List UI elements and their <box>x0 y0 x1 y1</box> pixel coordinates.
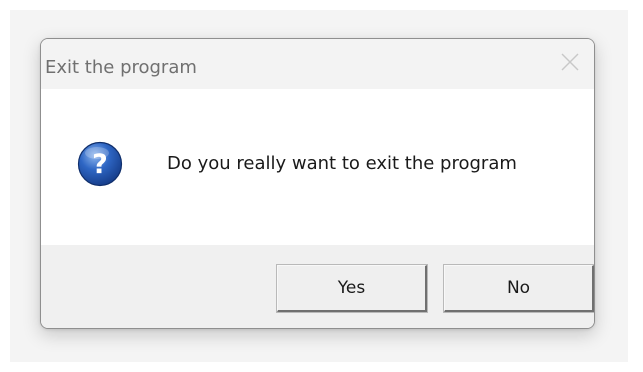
dialog-footer: Yes No <box>41 245 594 328</box>
question-icon: ? <box>77 141 123 187</box>
close-button[interactable] <box>546 39 594 85</box>
no-button[interactable]: No <box>443 264 594 313</box>
close-icon <box>561 53 579 71</box>
dialog-titlebar[interactable]: Exit the program <box>41 39 594 89</box>
dialog-message: Do you really want to exit the program <box>167 153 517 174</box>
yes-button[interactable]: Yes <box>276 264 428 313</box>
exit-dialog: Exit the program ? Do you really want to… <box>40 38 595 329</box>
svg-text:?: ? <box>92 149 108 180</box>
dialog-title: Exit the program <box>45 57 197 78</box>
dialog-content: ? Do you really want to exit the program <box>41 89 594 245</box>
